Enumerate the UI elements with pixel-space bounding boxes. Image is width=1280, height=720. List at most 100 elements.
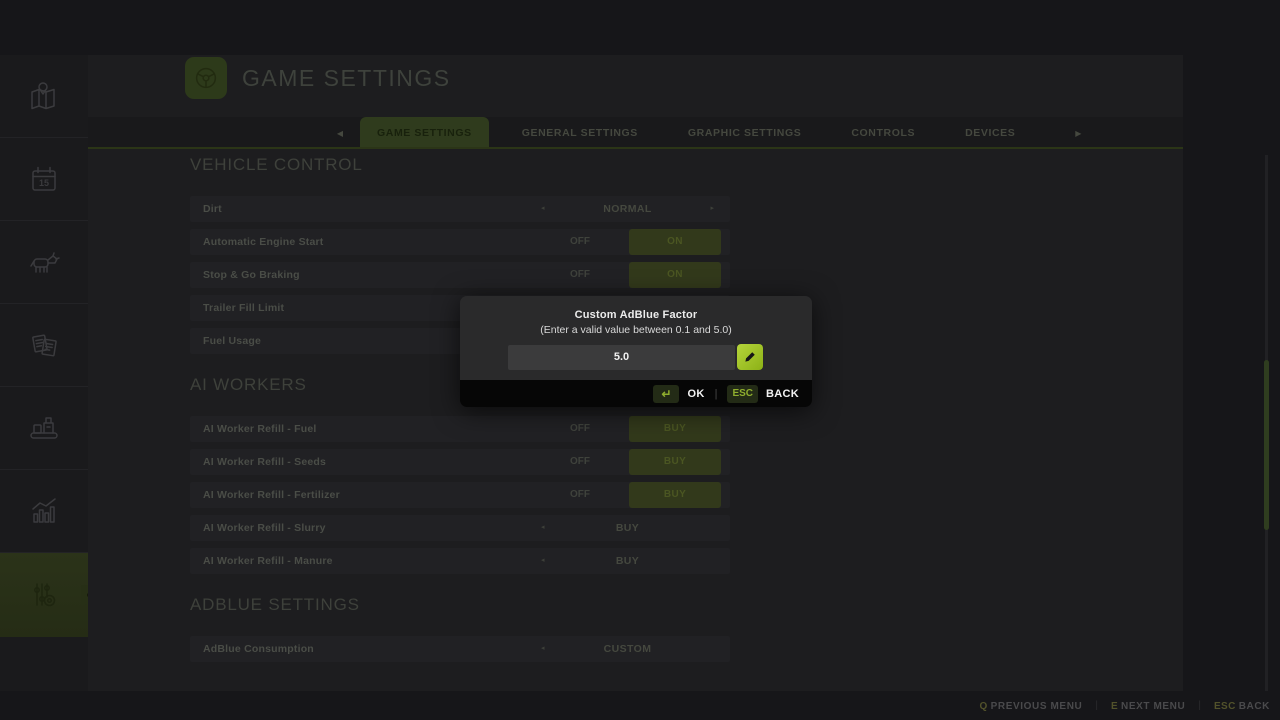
scrollbar-thumb[interactable] [1264, 360, 1269, 530]
toggle-off-option[interactable]: OFF [533, 449, 627, 475]
dialog-footer-separator: | [715, 388, 718, 400]
toggle-off-option[interactable]: OFF [533, 229, 627, 255]
tab-general-settings[interactable]: GENERAL SETTINGS [505, 117, 655, 149]
section-title: ADBLUE SETTINGS [190, 595, 730, 617]
setting-label: Fuel Usage [203, 328, 261, 354]
setting-value: BUY [533, 548, 722, 574]
tab-underline [88, 147, 1183, 149]
hotkey-separator: | [1095, 700, 1098, 711]
statistics-icon [26, 494, 62, 528]
toggle-on-option[interactable]: BUY [629, 416, 721, 442]
enter-keycap[interactable]: ↵ [653, 385, 679, 403]
sidebar-item-contracts[interactable] [0, 304, 88, 387]
ok-button[interactable]: OK [687, 388, 704, 400]
hotkey-next-menu[interactable]: ENEXT MENU [1111, 696, 1185, 714]
tab-bar: ◀ GAME SETTINGS GENERAL SETTINGS GRAPHIC S… [328, 117, 1090, 149]
tab-graphic-settings[interactable]: GRAPHIC SETTINGS [671, 117, 818, 149]
setting-row[interactable]: Dirt ◂NORMAL▸ [190, 196, 730, 222]
adblue-factor-input[interactable] [508, 345, 735, 370]
setting-value-zone: OFFON [533, 229, 722, 255]
setting-value-zone: ◂BUY [533, 515, 722, 541]
setting-row[interactable]: AI Worker Refill - Manure◂BUY [190, 548, 730, 574]
section-title: VEHICLE CONTROL [190, 155, 730, 177]
settings-list: VEHICLE CONTROL Dirt ◂NORMAL▸ Automatic Eng… [190, 155, 730, 669]
dialog-subtitle: (Enter a valid value between 0.1 and 5.0… [460, 324, 812, 336]
svg-text:15: 15 [39, 178, 49, 188]
back-button[interactable]: BACK [766, 388, 799, 400]
setting-label: Dirt [203, 196, 222, 222]
hotkey-previous-menu[interactable]: Q PREVIOUS MENU [979, 696, 1082, 714]
steering-wheel-icon [191, 63, 221, 93]
toggle-on-option[interactable]: BUY [629, 482, 721, 508]
setting-label: AI Worker Refill - Seeds [203, 449, 326, 475]
game-settings-header-icon [185, 57, 227, 99]
setting-value: NORMAL [533, 196, 722, 222]
dialog-panel: Custom AdBlue Factor (Enter a valid valu… [460, 296, 812, 380]
setting-row[interactable]: Automatic Engine Start OFFON [190, 229, 730, 255]
pencil-icon [743, 350, 757, 364]
setting-label: Automatic Engine Start [203, 229, 324, 255]
tab-game-settings[interactable]: GAME SETTINGS [360, 117, 489, 149]
page-title: GAME SETTINGS [242, 65, 451, 92]
sidebar-item-map[interactable] [0, 55, 88, 138]
tabs-next-arrow-icon[interactable]: ▶ [1066, 129, 1090, 138]
hotkey-bar: QPREVIOUS MENU|ENEXT MENU|ESCBACK [979, 696, 1270, 714]
sidebar-item-animals[interactable] [0, 221, 88, 304]
setting-label: AI Worker Refill - Fertilizer [203, 482, 340, 508]
map-icon [26, 79, 62, 113]
dialog-input-row [508, 344, 763, 370]
sidebar-item-game-settings[interactable] [0, 553, 88, 637]
settings-section: ADBLUE SETTINGS AdBlue Consumption ◂CUSTOM [190, 595, 730, 662]
tab-controls[interactable]: CONTROLS [834, 117, 932, 149]
dialog-title: Custom AdBlue Factor [460, 309, 812, 321]
enter-key-icon: ↵ [661, 387, 671, 401]
hotkey-back[interactable]: ESCBACK [1214, 696, 1270, 714]
setting-value-zone: OFFBUY [533, 449, 722, 475]
setting-row[interactable]: AI Worker Refill - Slurry◂BUY [190, 515, 730, 541]
setting-value-zone: OFFBUY [533, 416, 722, 442]
hotkey-key: Q [979, 701, 987, 712]
sidebar-item-calendar[interactable]: 15 [0, 138, 88, 221]
toggle-off-option[interactable]: OFF [533, 416, 627, 442]
production-icon [26, 411, 62, 445]
setting-value: BUY [533, 515, 722, 541]
calendar-icon: 15 [26, 162, 62, 196]
sidebar-item-production[interactable] [0, 387, 88, 470]
hotkey-label: BACK [1239, 701, 1270, 712]
page-header: GAME SETTINGS [185, 57, 451, 99]
game-settings-screen: 15 GAME SETTINGS ◀ GAME SETTINGS GENERAL … [0, 0, 1280, 720]
setting-row[interactable]: AdBlue Consumption ◂CUSTOM [190, 636, 730, 662]
custom-adblue-dialog: Custom AdBlue Factor (Enter a valid valu… [460, 296, 812, 407]
sidebar: 15 [0, 55, 88, 691]
setting-value: CUSTOM [533, 636, 722, 662]
hotkey-key: E [1111, 701, 1118, 712]
tab-devices[interactable]: DEVICES [948, 117, 1032, 149]
setting-label: AdBlue Consumption [203, 636, 314, 662]
setting-label: AI Worker Refill - Fuel [203, 416, 317, 442]
toggle-on-option[interactable]: ON [629, 262, 721, 288]
setting-row[interactable]: AI Worker Refill - Fertilizer OFFBUY [190, 482, 730, 508]
setting-row[interactable]: AI Worker Refill - Seeds OFFBUY [190, 449, 730, 475]
tabs-prev-arrow-icon[interactable]: ◀ [328, 129, 352, 138]
setting-label: Stop & Go Braking [203, 262, 300, 288]
esc-keycap[interactable]: ESC [727, 385, 758, 403]
toggle-on-option[interactable]: BUY [629, 449, 721, 475]
toggle-off-option[interactable]: OFF [533, 482, 627, 508]
next-option-arrow-icon[interactable]: ▸ [710, 196, 714, 222]
toggle-on-option[interactable]: ON [629, 229, 721, 255]
toggle-off-option[interactable]: OFF [533, 262, 627, 288]
setting-row[interactable]: Stop & Go Braking OFFON [190, 262, 730, 288]
game-settings-icon [26, 578, 62, 612]
edit-value-button[interactable] [737, 344, 763, 370]
setting-label: Trailer Fill Limit [203, 295, 284, 321]
setting-value-zone: OFFBUY [533, 482, 722, 508]
sidebar-item-statistics[interactable] [0, 470, 88, 553]
hotkey-label: PREVIOUS MENU [991, 701, 1083, 712]
hotkey-label: NEXT MENU [1121, 701, 1185, 712]
animals-icon [26, 245, 62, 279]
setting-value-zone: ◂NORMAL▸ [533, 196, 722, 222]
setting-value-zone: OFFON [533, 262, 722, 288]
contracts-icon [26, 328, 62, 362]
setting-row[interactable]: AI Worker Refill - Fuel OFFBUY [190, 416, 730, 442]
setting-value-zone: ◂CUSTOM [533, 636, 722, 662]
